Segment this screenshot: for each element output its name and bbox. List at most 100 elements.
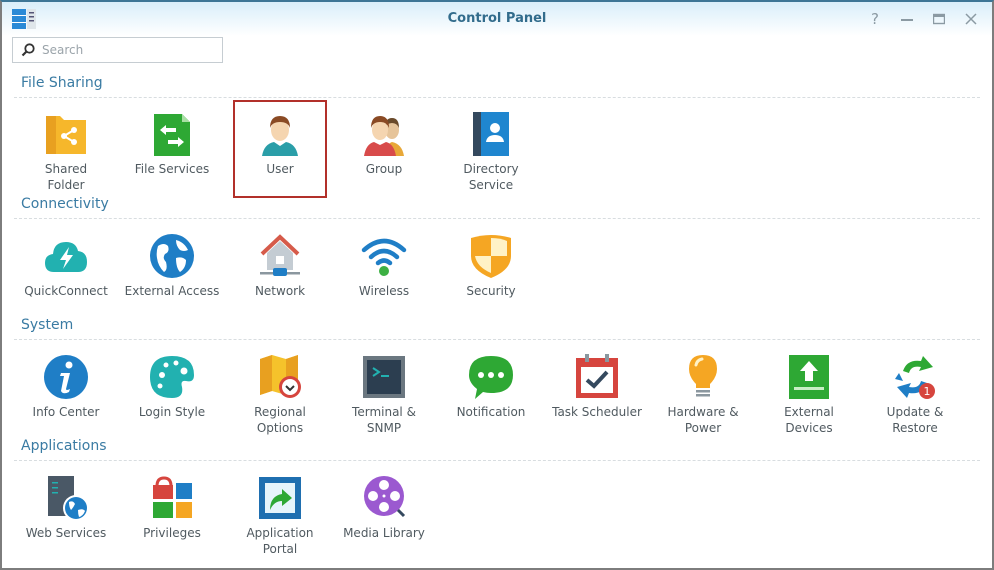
item-label: Terminal &	[352, 405, 416, 419]
item-label: Power	[684, 421, 722, 435]
item-regional-options[interactable]: Regional Options	[228, 353, 332, 436]
hardware-power-icon	[689, 355, 717, 397]
item-notification[interactable]: Notification	[439, 353, 543, 420]
item-label: Folder	[47, 178, 85, 192]
item-label: Shared	[44, 162, 88, 176]
item-label: SNMP	[366, 421, 402, 435]
item-file-services[interactable]: File Services	[120, 110, 224, 177]
network-icon	[260, 234, 300, 276]
section-divider	[14, 218, 980, 219]
search-input[interactable]	[40, 42, 214, 58]
item-label: Media Library	[343, 526, 425, 540]
application-portal-icon	[259, 477, 301, 519]
maximize-button[interactable]	[928, 9, 950, 29]
terminal-icon	[363, 356, 405, 398]
media-library-icon	[364, 476, 406, 518]
title-bar[interactable]: Control Panel ?	[2, 2, 992, 36]
item-security[interactable]: Security	[439, 232, 543, 299]
quickconnect-icon	[45, 242, 87, 272]
item-label: Portal	[262, 542, 298, 556]
item-label: Application	[246, 526, 314, 540]
minimize-icon	[901, 19, 913, 21]
login-style-icon	[150, 356, 194, 398]
item-label: Security	[466, 284, 516, 298]
security-icon	[471, 235, 511, 278]
file-services-icon	[154, 114, 190, 156]
info-center-icon	[44, 355, 88, 399]
section-title-system: System	[21, 317, 74, 333]
item-task-scheduler[interactable]: Task Scheduler	[545, 353, 649, 420]
control-panel-window: Control Panel ? File Sharing SharedFolde	[0, 0, 994, 570]
item-quickconnect[interactable]: QuickConnect	[14, 232, 118, 299]
help-button[interactable]: ?	[864, 9, 886, 29]
section-title-file-sharing: File Sharing	[21, 75, 103, 91]
update-restore-icon: 1	[895, 356, 935, 399]
section-divider	[14, 339, 980, 340]
regional-options-icon	[260, 355, 301, 398]
external-devices-icon	[789, 355, 829, 399]
item-external-access[interactable]: External Access	[120, 232, 224, 299]
section-title-applications: Applications	[21, 438, 107, 454]
item-label: Notification	[456, 405, 526, 419]
item-label: Restore	[892, 421, 938, 435]
item-label: Group	[365, 162, 403, 176]
group-icon	[364, 116, 404, 156]
item-user[interactable]: User	[228, 110, 332, 177]
section-divider	[14, 460, 980, 461]
item-hardware-power[interactable]: Hardware & Power	[651, 353, 755, 436]
item-label: Web Services	[25, 526, 107, 540]
item-label: Privileges	[143, 526, 201, 540]
section-divider	[14, 97, 980, 98]
item-label: Hardware &	[667, 405, 739, 419]
item-external-devices[interactable]: External Devices	[757, 353, 861, 436]
window-title: Control Panel	[447, 11, 547, 26]
item-label: External	[784, 405, 834, 419]
item-media-library[interactable]: Media Library	[332, 474, 436, 541]
wireless-icon	[361, 238, 407, 276]
item-group[interactable]: Group	[332, 110, 436, 177]
section-title-connectivity: Connectivity	[21, 196, 109, 212]
user-icon	[262, 116, 298, 156]
shared-folder-icon	[46, 116, 86, 154]
item-label: Update &	[886, 405, 944, 419]
item-label: Wireless	[358, 284, 410, 298]
item-privileges[interactable]: Privileges	[120, 474, 224, 541]
item-application-portal[interactable]: Application Portal	[228, 474, 332, 557]
item-label: Regional	[254, 405, 306, 419]
privileges-icon	[153, 476, 192, 518]
item-network[interactable]: Network	[228, 232, 332, 299]
item-label: Task Scheduler	[552, 405, 642, 419]
item-directory-service[interactable]: Directory Service	[439, 110, 543, 193]
notification-icon	[469, 356, 513, 399]
item-login-style[interactable]: Login Style	[120, 353, 224, 420]
item-label: Login Style	[138, 405, 206, 419]
directory-service-icon	[473, 112, 509, 156]
item-wireless[interactable]: Wireless	[332, 232, 436, 299]
maximize-icon	[933, 13, 945, 25]
external-access-icon	[150, 234, 194, 278]
close-icon	[965, 13, 977, 25]
minimize-button[interactable]	[896, 9, 918, 29]
item-info-center[interactable]: Info Center	[14, 353, 118, 420]
help-icon: ?	[871, 10, 879, 28]
task-scheduler-icon	[576, 354, 618, 398]
item-label: External Access	[124, 284, 220, 298]
item-label: Options	[256, 421, 304, 435]
close-button[interactable]	[960, 9, 982, 29]
item-shared-folder[interactable]: Shared Folder	[14, 110, 118, 193]
search-icon	[21, 43, 35, 57]
item-update-restore[interactable]: 1 Update & Restore	[863, 353, 967, 436]
item-label: QuickConnect	[24, 284, 108, 298]
item-label: Directory	[463, 162, 519, 176]
item-label: Service	[468, 178, 514, 192]
search-box[interactable]	[12, 37, 223, 63]
item-label: User	[266, 162, 294, 176]
item-web-services[interactable]: Web Services	[14, 474, 118, 541]
item-terminal-snmp[interactable]: Terminal & SNMP	[332, 353, 436, 436]
item-label: Info Center	[32, 405, 100, 419]
item-label: File Services	[134, 162, 210, 176]
item-label: Devices	[785, 421, 833, 435]
update-badge: 1	[924, 385, 931, 398]
web-services-icon	[48, 476, 89, 521]
item-label: Network	[254, 284, 306, 298]
